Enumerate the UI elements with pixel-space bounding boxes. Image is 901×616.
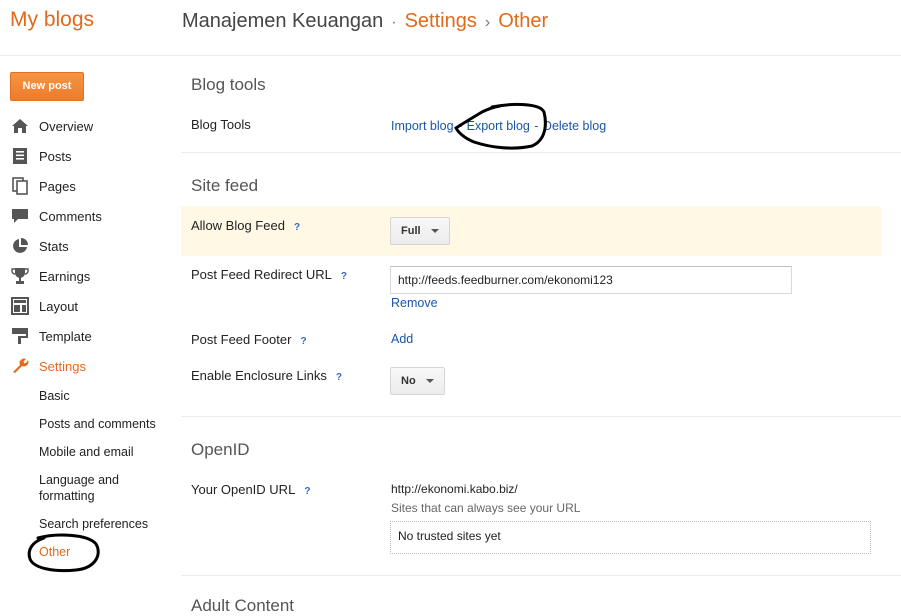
help-icon[interactable]: ? — [304, 486, 310, 497]
comments-icon — [10, 207, 30, 225]
section-title-blog-tools: Blog tools — [191, 75, 266, 94]
trusted-sites-caption: Sites that can always see your URL — [391, 501, 581, 515]
sidebar-item-pages[interactable]: Pages — [10, 175, 76, 197]
breadcrumb-other: Other — [498, 10, 549, 32]
link-separator: - — [457, 119, 463, 133]
sidebar-item-label: Posts — [39, 148, 72, 164]
link-separator: - — [534, 119, 539, 133]
layout-icon — [10, 297, 30, 315]
help-icon[interactable]: ? — [294, 222, 300, 233]
settings-sub-mobile-email[interactable]: Mobile and email — [39, 444, 134, 460]
sidebar-item-settings[interactable]: Settings — [10, 355, 86, 377]
section-title-openid: OpenID — [191, 440, 250, 459]
allow-blog-feed-select[interactable]: Full — [390, 217, 450, 245]
sidebar-item-label: Layout — [39, 298, 79, 314]
my-blogs-link[interactable]: My blogs — [10, 8, 94, 32]
post-feed-redirect-label: Post Feed Redirect URL? — [191, 267, 348, 282]
add-footer-link[interactable]: Add — [391, 332, 413, 346]
post-feed-footer-label: Post Feed Footer? — [191, 332, 307, 347]
sidebar-item-layout[interactable]: Layout — [10, 295, 78, 317]
sidebar-item-earnings[interactable]: Earnings — [10, 265, 90, 287]
sidebar-item-template[interactable]: Template — [10, 325, 92, 347]
blog-tools-links: Import blog - Export blog - Delete blog — [391, 117, 606, 135]
export-blog-link[interactable]: Export blog — [467, 119, 530, 133]
breadcrumb: Manajemen Keuangan · Settings › Other — [182, 10, 548, 33]
settings-sub-posts-comments[interactable]: Posts and comments — [39, 416, 156, 432]
breadcrumb-separator: › — [484, 14, 491, 31]
breadcrumb-settings[interactable]: Settings — [405, 10, 477, 32]
settings-sub-other[interactable]: Other — [39, 544, 70, 560]
sidebar-item-label: Comments — [39, 208, 102, 224]
chevron-down-icon — [430, 229, 439, 233]
sidebar-item-label: Overview — [39, 118, 94, 134]
breadcrumb-blog[interactable]: Manajemen Keuangan — [182, 10, 383, 32]
trophy-icon — [10, 267, 30, 285]
section-title-adult-content: Adult Content — [191, 596, 295, 615]
trusted-sites-box: No trusted sites yet — [390, 521, 871, 554]
sidebar-item-label: Template — [39, 328, 92, 344]
settings-sub-search[interactable]: Search preferences — [39, 516, 148, 532]
section-divider — [181, 575, 901, 576]
import-blog-link[interactable]: Import blog — [391, 119, 454, 133]
pages-icon — [10, 177, 30, 195]
new-post-button[interactable]: New post — [10, 72, 84, 101]
sidebar-item-stats[interactable]: Stats — [10, 235, 69, 257]
home-icon — [10, 117, 30, 135]
settings-sub-language[interactable]: Language and formatting — [39, 472, 149, 504]
sidebar-item-label: Earnings — [39, 268, 91, 284]
sidebar-item-comments[interactable]: Comments — [10, 205, 102, 227]
enable-enclosure-label: Enable Enclosure Links? — [191, 368, 342, 383]
delete-blog-link[interactable]: Delete blog — [543, 119, 606, 133]
sidebar-item-label: Settings — [39, 358, 86, 374]
post-feed-redirect-input[interactable] — [390, 266, 792, 294]
remove-redirect-link[interactable]: Remove — [391, 296, 438, 310]
sidebar-item-posts[interactable]: Posts — [10, 145, 72, 167]
header-divider — [0, 55, 901, 56]
help-icon[interactable]: ? — [341, 271, 347, 282]
allow-blog-feed-label: Allow Blog Feed? — [191, 218, 301, 233]
settings-sub-basic[interactable]: Basic — [39, 388, 70, 404]
blog-tools-label: Blog Tools — [191, 117, 251, 132]
help-icon[interactable]: ? — [336, 372, 342, 383]
section-title-site-feed: Site feed — [191, 176, 259, 195]
sidebar-item-label: Stats — [39, 238, 69, 254]
breadcrumb-separator: · — [391, 14, 397, 31]
sidebar-item-overview[interactable]: Overview — [10, 115, 93, 137]
help-icon[interactable]: ? — [300, 336, 306, 347]
openid-url-value: http://ekonomi.kabo.biz/ — [391, 482, 518, 496]
trusted-sites-empty: No trusted sites yet — [398, 529, 501, 543]
section-divider — [181, 416, 901, 417]
wrench-icon — [10, 357, 30, 375]
template-icon — [10, 327, 30, 345]
chevron-down-icon — [425, 379, 434, 383]
section-divider — [181, 152, 901, 153]
enable-enclosure-select[interactable]: No — [390, 367, 445, 395]
stats-icon — [10, 237, 30, 255]
openid-url-label: Your OpenID URL? — [191, 482, 311, 497]
sidebar-item-label: Pages — [39, 178, 76, 194]
posts-icon — [10, 147, 30, 165]
